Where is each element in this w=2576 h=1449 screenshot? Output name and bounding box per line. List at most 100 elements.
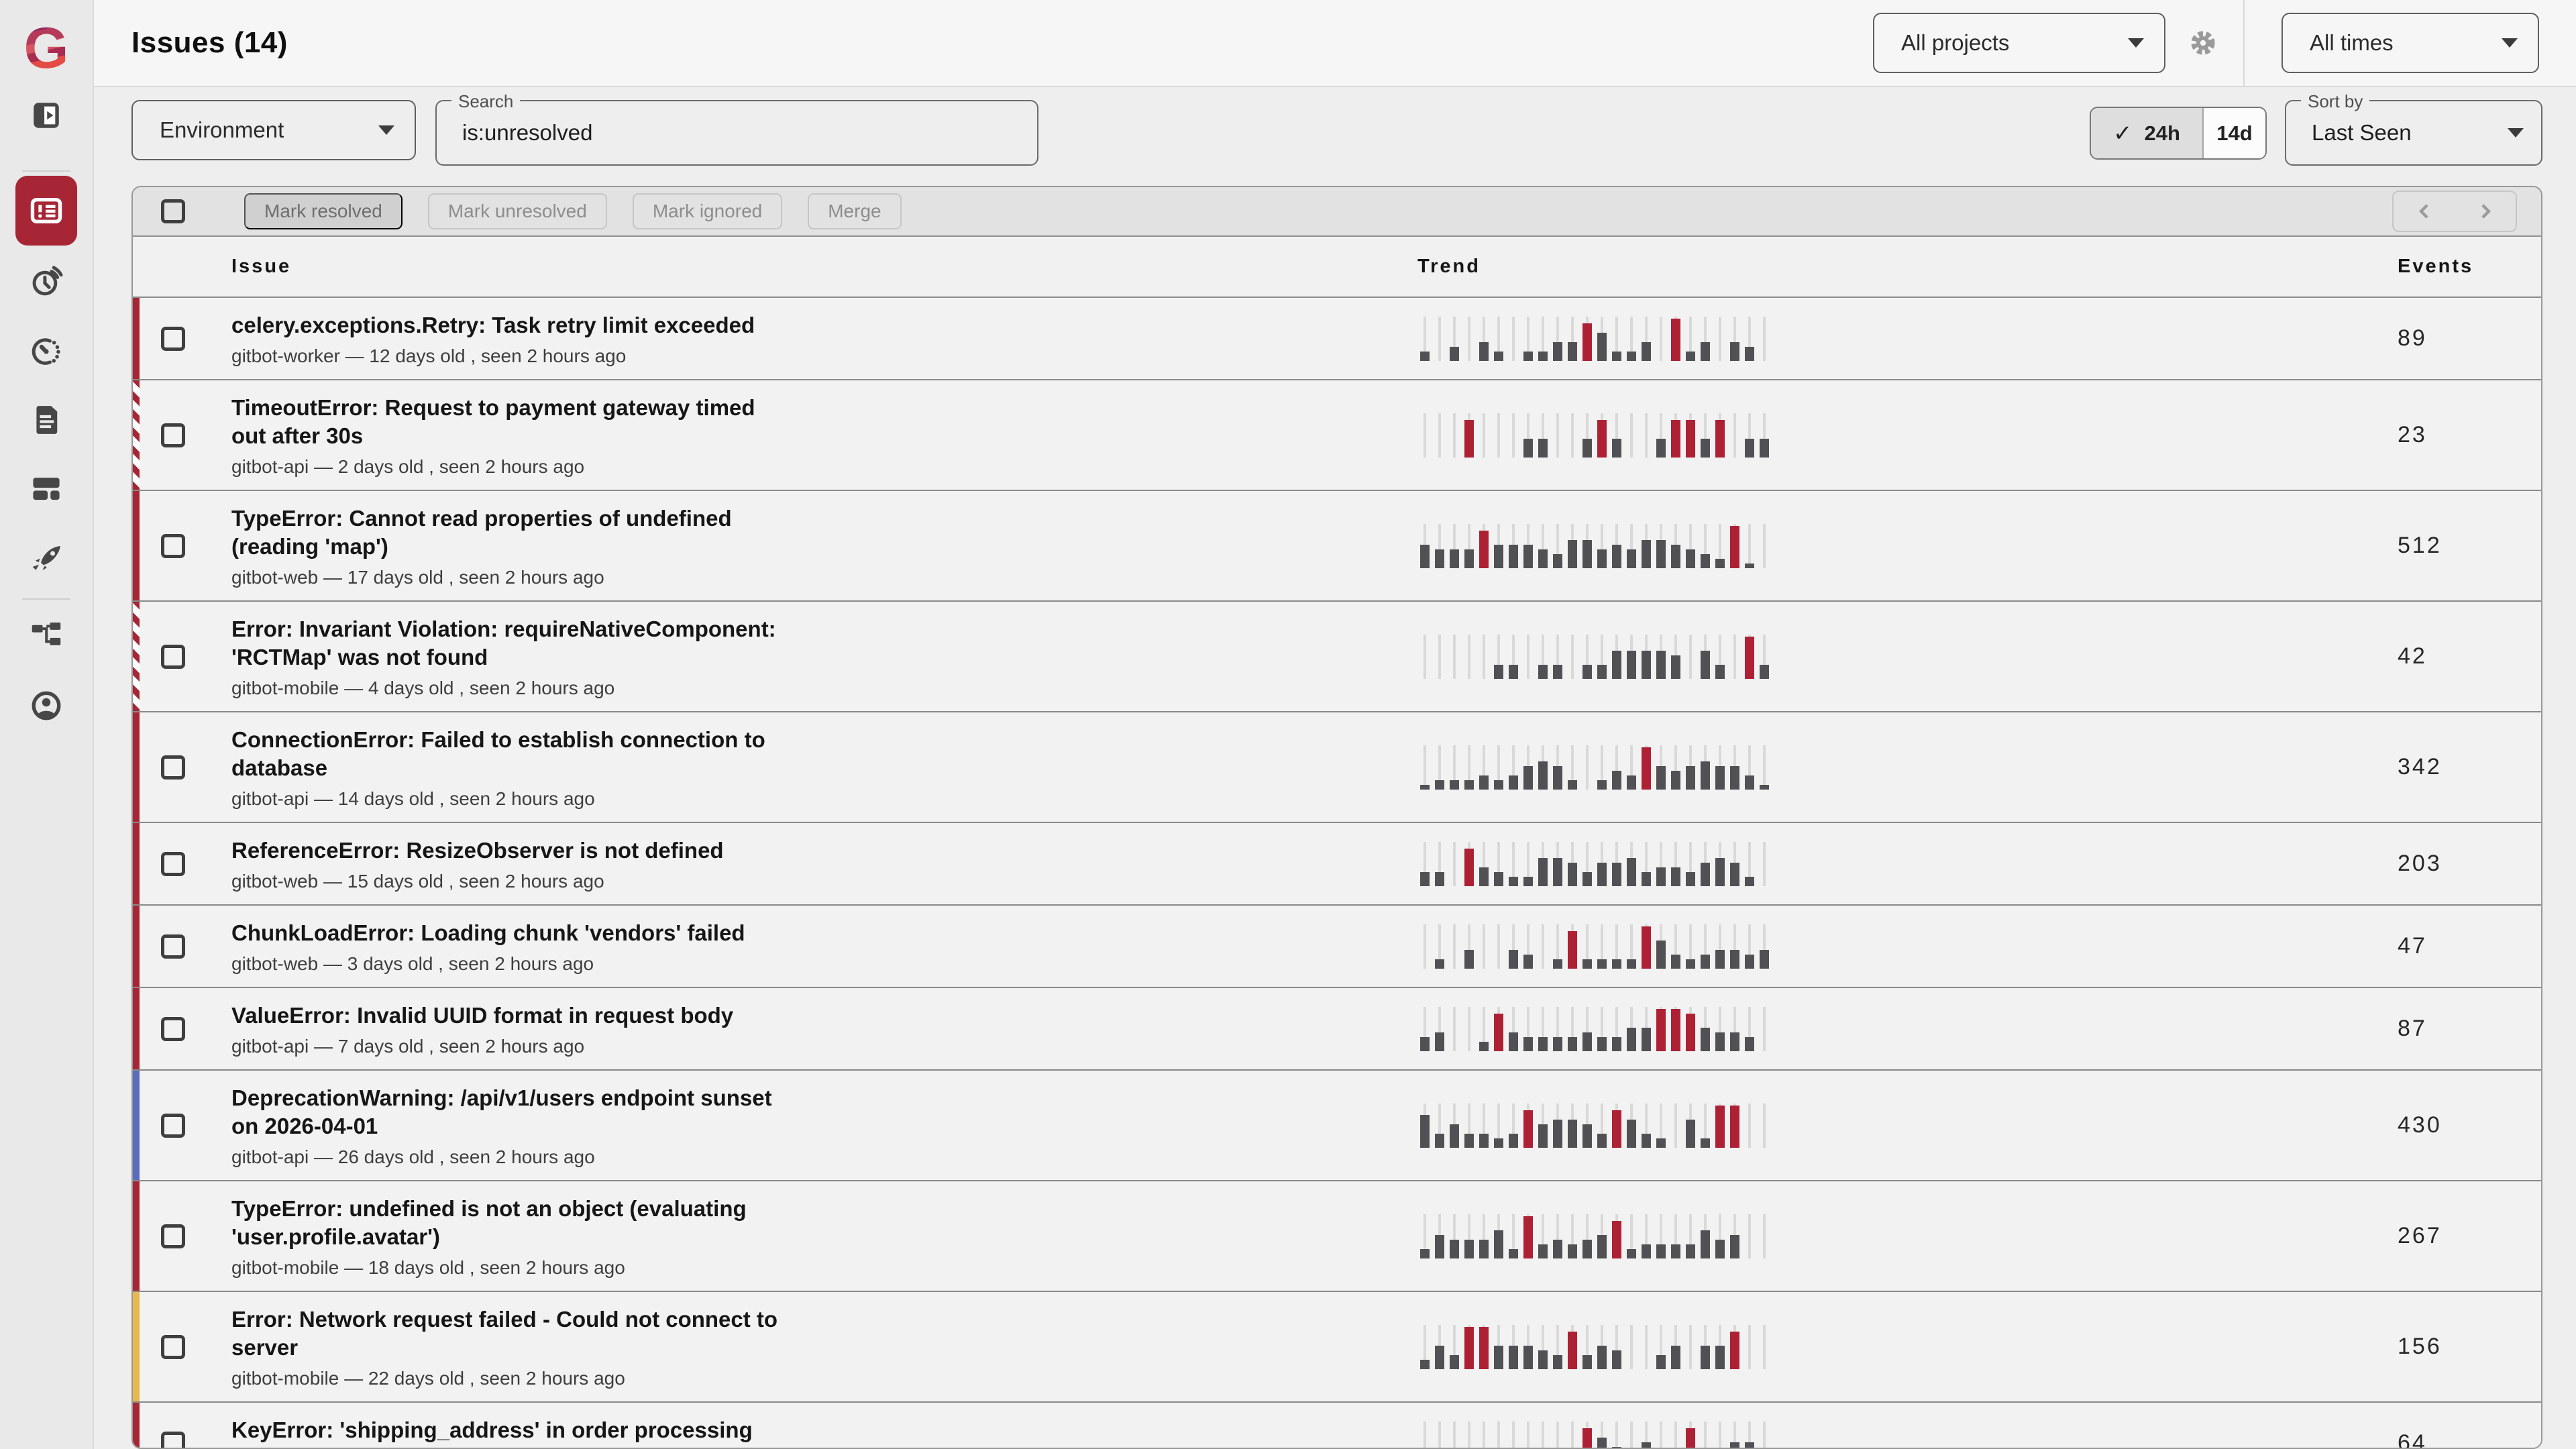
event-count: 87 [2398, 1016, 2427, 1042]
sidebar-item-dashboards[interactable] [14, 468, 78, 508]
mark-resolved-button[interactable]: Mark resolved [244, 193, 402, 229]
issue-row[interactable]: ValueError: Invalid UUID format in reque… [133, 988, 2541, 1071]
issue-summary: ChunkLoadError: Loading chunk 'vendors' … [231, 906, 788, 987]
rocket-icon [30, 540, 63, 574]
issue-title[interactable]: KeyError: 'shipping_address' in order pr… [231, 1416, 788, 1444]
issue-row[interactable]: Error: Network request failed - Could no… [133, 1292, 2541, 1403]
issue-title[interactable]: TypeError: Cannot read properties of und… [231, 504, 788, 561]
nav-expand-icon [30, 99, 63, 132]
merge-button[interactable]: Merge [808, 193, 901, 229]
sidebar-item-releases[interactable] [14, 537, 78, 577]
range-24h-button[interactable]: ✓ 24h [2091, 108, 2204, 158]
sidebar-item-organization[interactable] [14, 616, 78, 656]
issue-level-stripe [133, 823, 140, 904]
time-filter-section: All times [2243, 0, 2576, 86]
issue-title[interactable]: ConnectionError: Failed to establish con… [231, 726, 788, 782]
issue-title[interactable]: TimeoutError: Request to payment gateway… [231, 394, 788, 450]
issue-level-stripe [133, 906, 140, 987]
time-filter-select[interactable]: All times [2282, 13, 2539, 73]
sort-by-label: Sort by [2301, 91, 2369, 112]
issue-checkbox[interactable] [161, 1114, 185, 1138]
check-icon: ✓ [2113, 120, 2133, 147]
issue-checkbox[interactable] [161, 1335, 185, 1359]
environment-select[interactable]: Environment [131, 100, 416, 160]
settings-button[interactable] [2187, 27, 2219, 59]
search-label: Search [451, 91, 520, 112]
issue-checkbox[interactable] [161, 645, 185, 669]
issue-meta: gitbot-api — 26 days old , seen 2 hours … [231, 1146, 788, 1168]
mark-unresolved-button[interactable]: Mark unresolved [428, 193, 607, 229]
gear-icon [2187, 27, 2219, 59]
sidebar-item-issues[interactable] [15, 176, 77, 246]
previous-page-button[interactable] [2411, 198, 2438, 225]
issue-checkbox[interactable] [161, 755, 185, 780]
issue-row[interactable]: TimeoutError: Request to payment gateway… [133, 380, 2541, 491]
issue-row[interactable]: DeprecationWarning: /api/v1/users endpoi… [133, 1071, 2541, 1181]
event-count: 267 [2398, 1223, 2442, 1249]
search-input[interactable]: Search is:unresolved [435, 100, 1038, 166]
issue-checkbox[interactable] [161, 423, 185, 447]
issue-summary: ReferenceError: ResizeObserver is not de… [231, 823, 788, 904]
filter-bar: Environment Search is:unresolved ✓ 24h 1… [94, 87, 2576, 186]
issue-row[interactable]: TypeError: undefined is not an object (e… [133, 1181, 2541, 1292]
event-count: 89 [2398, 325, 2427, 352]
issue-title[interactable]: DeprecationWarning: /api/v1/users endpoi… [231, 1084, 788, 1140]
event-count: 23 [2398, 422, 2427, 448]
range-14d-button[interactable]: 14d [2204, 108, 2265, 158]
chevron-left-icon [2411, 198, 2438, 225]
issue-title[interactable]: ReferenceError: ResizeObserver is not de… [231, 837, 788, 865]
issue-row[interactable]: ReferenceError: ResizeObserver is not de… [133, 823, 2541, 906]
issue-title[interactable]: TypeError: undefined is not an object (e… [231, 1195, 788, 1251]
issue-row[interactable]: Error: Invariant Violation: requireNativ… [133, 602, 2541, 712]
sidebar-item-performance[interactable] [14, 330, 78, 370]
chevron-down-icon [378, 125, 394, 135]
sidebar-item-documents[interactable] [14, 400, 78, 440]
issue-checkbox[interactable] [161, 534, 185, 558]
issue-summary: celery.exceptions.Retry: Task retry limi… [231, 298, 788, 379]
issue-checkbox[interactable] [161, 1224, 185, 1248]
issue-checkbox[interactable] [161, 327, 185, 351]
mark-ignored-button[interactable]: Mark ignored [633, 193, 782, 229]
issue-row[interactable]: TypeError: Cannot read properties of und… [133, 491, 2541, 602]
issue-summary: Error: Network request failed - Could no… [231, 1292, 788, 1401]
dashboard-icon [30, 472, 63, 505]
time-filter-value: All times [2310, 30, 2394, 56]
issue-title[interactable]: ValueError: Invalid UUID format in reque… [231, 1002, 788, 1030]
next-page-button[interactable] [2472, 198, 2499, 225]
issue-summary: TypeError: undefined is not an object (e… [231, 1181, 788, 1291]
trend-sparkline [1417, 924, 1772, 969]
issue-title[interactable]: ChunkLoadError: Loading chunk 'vendors' … [231, 919, 788, 947]
sidebar-item-toggle[interactable] [14, 95, 78, 136]
issue-row[interactable]: celery.exceptions.Retry: Task retry limi… [133, 298, 2541, 380]
range-24h-label: 24h [2145, 121, 2180, 146]
issue-summary: DeprecationWarning: /api/v1/users endpoi… [231, 1071, 788, 1180]
app-logo[interactable]: G [24, 17, 69, 79]
issue-rows: celery.exceptions.Retry: Task retry limi… [133, 298, 2541, 1449]
sort-by-select[interactable]: Sort by Last Seen [2285, 100, 2542, 166]
issue-title[interactable]: celery.exceptions.Retry: Task retry limi… [231, 311, 788, 339]
time-range-toggle: ✓ 24h 14d [2090, 107, 2267, 160]
event-count: 512 [2398, 533, 2442, 559]
issue-summary: TimeoutError: Request to payment gateway… [231, 380, 788, 490]
project-filter-select[interactable]: All projects [1873, 13, 2165, 73]
issue-checkbox[interactable] [161, 934, 185, 959]
sidebar-item-profile[interactable] [14, 686, 78, 726]
issue-title[interactable]: Error: Network request failed - Could no… [231, 1305, 788, 1362]
table-header: Issue Trend Events [133, 237, 2541, 298]
issue-row[interactable]: ChunkLoadError: Loading chunk 'vendors' … [133, 906, 2541, 988]
event-count: 47 [2398, 933, 2427, 959]
sidebar-item-uptime[interactable] [14, 262, 78, 302]
trend-sparkline [1417, 1325, 1772, 1369]
select-all-checkbox[interactable] [161, 199, 185, 223]
issue-checkbox[interactable] [161, 1017, 185, 1041]
issue-checkbox[interactable] [161, 852, 185, 876]
issue-checkbox[interactable] [161, 1432, 185, 1449]
issue-summary: Error: Invariant Violation: requireNativ… [231, 602, 788, 711]
issue-row[interactable]: KeyError: 'shipping_address' in order pr… [133, 1403, 2541, 1449]
issue-row[interactable]: ConnectionError: Failed to establish con… [133, 712, 2541, 823]
event-count: 42 [2398, 643, 2427, 669]
issue-level-stripe [133, 1292, 140, 1401]
range-14d-label: 14d [2216, 121, 2252, 146]
issue-title[interactable]: Error: Invariant Violation: requireNativ… [231, 615, 788, 672]
trend-sparkline [1417, 842, 1772, 886]
